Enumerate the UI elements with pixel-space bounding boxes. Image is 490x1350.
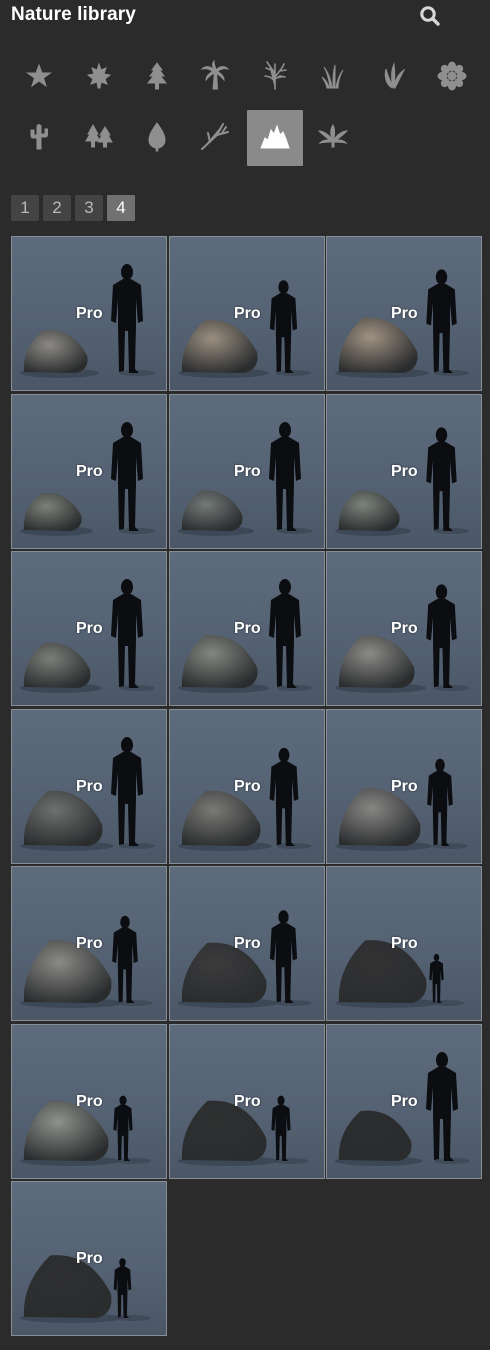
rock-asset-tile[interactable]: Pro	[11, 393, 167, 549]
category-palm[interactable]	[187, 50, 243, 106]
palm-tree-icon	[198, 59, 232, 98]
category-rocks[interactable]	[247, 110, 303, 166]
pro-badge: Pro	[76, 1250, 103, 1267]
page-button-1[interactable]: 1	[11, 195, 39, 221]
rock-asset-tile[interactable]: Pro	[326, 866, 482, 1021]
category-flower[interactable]	[424, 50, 480, 106]
pro-badge: Pro	[76, 777, 103, 795]
rock-asset-tile[interactable]: Pro	[169, 1023, 325, 1179]
category-leaf-drop[interactable]	[129, 110, 185, 166]
header: Nature library	[0, 0, 490, 34]
rock-asset-tile[interactable]: Pro	[11, 551, 167, 706]
rock-asset-tile[interactable]: Pro	[169, 393, 325, 549]
forest-icon	[82, 119, 116, 158]
pro-badge: Pro	[391, 305, 418, 322]
pro-badge: Pro	[234, 462, 261, 480]
search-icon[interactable]	[418, 4, 442, 28]
bare-tree-icon	[258, 59, 292, 98]
pro-badge: Pro	[391, 462, 418, 480]
grass-icon	[316, 59, 350, 98]
pro-badge: Pro	[234, 1092, 261, 1110]
rock-asset-tile[interactable]: Pro	[11, 708, 167, 864]
nature-library-panel: Nature library 1234 Pro Pro Pro Pro Pro …	[0, 0, 490, 1350]
category-cactus[interactable]	[11, 110, 67, 166]
page-button-2[interactable]: 2	[43, 195, 71, 221]
category-conifer[interactable]	[129, 50, 185, 106]
pro-badge: Pro	[391, 777, 418, 795]
rock-asset-tile[interactable]: Pro	[11, 1023, 167, 1179]
category-leaf[interactable]	[71, 50, 127, 106]
rock-asset-tile[interactable]: Pro	[169, 236, 325, 391]
pro-badge: Pro	[76, 620, 103, 637]
rock-asset-tile[interactable]: Pro	[169, 866, 325, 1021]
pine-tree-icon	[140, 59, 174, 98]
category-grass[interactable]	[305, 50, 361, 106]
rock-asset-tile[interactable]: Pro	[11, 236, 167, 391]
category-forest[interactable]	[71, 110, 127, 166]
panel-title: Nature library	[11, 4, 136, 25]
pro-badge: Pro	[391, 1092, 418, 1110]
pro-badge: Pro	[76, 305, 103, 322]
category-favorites[interactable]	[11, 50, 67, 106]
maple-leaf-icon	[82, 59, 116, 98]
fern-icon	[316, 119, 350, 158]
pro-badge: Pro	[391, 620, 418, 637]
pro-badge: Pro	[234, 305, 261, 322]
category-branch[interactable]	[187, 110, 243, 166]
pro-badge: Pro	[234, 935, 261, 952]
rock-asset-tile[interactable]: Pro	[11, 866, 167, 1021]
pro-badge: Pro	[234, 777, 261, 795]
category-plant[interactable]	[365, 50, 421, 106]
pro-badge: Pro	[76, 1092, 103, 1110]
page-button-4[interactable]: 4	[107, 195, 135, 221]
branch-icon	[198, 119, 232, 158]
category-bare-tree[interactable]	[247, 50, 303, 106]
rock-asset-tile[interactable]: Pro	[169, 708, 325, 864]
rock-asset-tile[interactable]: Pro	[169, 551, 325, 706]
rock-asset-tile[interactable]: Pro	[326, 551, 482, 706]
rock-asset-tile[interactable]: Pro	[326, 1023, 482, 1179]
plant-icon	[376, 59, 410, 98]
rock-asset-tile[interactable]: Pro	[11, 1181, 167, 1336]
pro-badge: Pro	[76, 935, 103, 952]
rock-asset-tile[interactable]: Pro	[326, 236, 482, 391]
star-icon	[22, 59, 56, 98]
pagination: 1234	[11, 195, 135, 221]
pro-badge: Pro	[234, 620, 261, 637]
category-fern[interactable]	[305, 110, 361, 166]
rock-asset-tile[interactable]: Pro	[326, 708, 482, 864]
flower-icon	[435, 59, 469, 98]
leaf-drop-icon	[140, 119, 174, 158]
rocks-icon	[258, 119, 292, 158]
page-button-3[interactable]: 3	[75, 195, 103, 221]
pro-badge: Pro	[391, 935, 418, 952]
rock-asset-tile[interactable]: Pro	[326, 393, 482, 549]
pro-badge: Pro	[76, 462, 103, 480]
cactus-icon	[22, 119, 56, 158]
